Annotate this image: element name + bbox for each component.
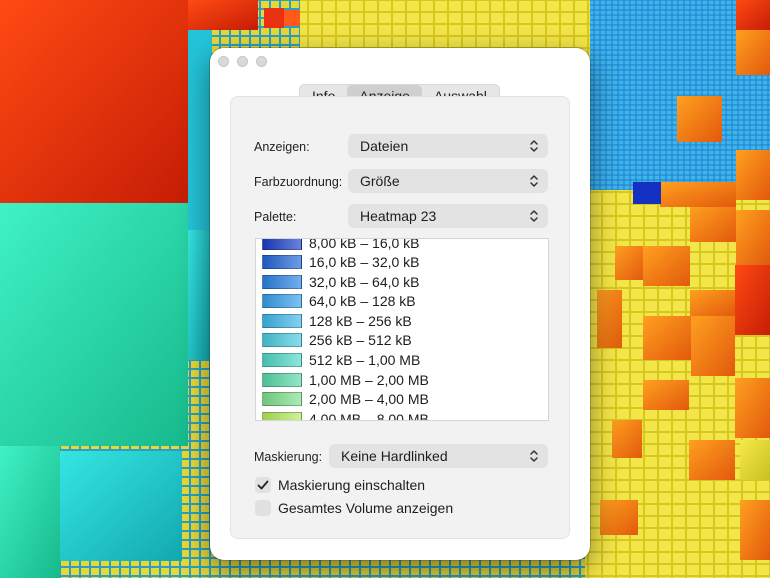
- window-controls: [218, 56, 267, 67]
- maskierung-einschalten-label: Maskierung einschalten: [278, 477, 426, 493]
- legend-swatch: [262, 294, 302, 308]
- palette-legend-list[interactable]: 8,00 kB – 16,0 kB 16,0 kB – 32,0 kB 32,0…: [255, 238, 549, 421]
- legend-item: 16,0 kB – 32,0 kB: [262, 252, 420, 272]
- legend-swatch: [262, 333, 302, 347]
- legend-range: 4,00 MB – 8,00 MB: [309, 411, 429, 421]
- up-down-chevron-icon: [530, 450, 538, 462]
- legend-range: 1,00 MB – 2,00 MB: [309, 372, 429, 388]
- maskierung-einschalten-checkbox[interactable]: [255, 477, 271, 493]
- anzeigen-label: Anzeigen:: [254, 140, 310, 154]
- anzeigen-value: Dateien: [360, 138, 409, 154]
- checkmark-icon: [257, 480, 269, 490]
- legend-range: 32,0 kB – 64,0 kB: [309, 274, 420, 290]
- gesamtes-volume-label: Gesamtes Volume anzeigen: [278, 500, 454, 516]
- settings-group: Anzeigen: Dateien Farbzuordnung: Größe P…: [230, 96, 570, 539]
- up-down-chevron-icon: [530, 140, 538, 152]
- farbzuordnung-label: Farbzuordnung:: [254, 175, 343, 189]
- legend-item: 128 kB – 256 kB: [262, 311, 412, 331]
- maskierung-einschalten-checkbox-row[interactable]: Maskierung einschalten: [255, 477, 425, 493]
- display-settings-panel: Info Anzeige Auswahl Anzeigen: Dateien F…: [210, 48, 590, 560]
- legend-swatch: [262, 392, 302, 406]
- legend-swatch: [262, 255, 302, 269]
- up-down-chevron-icon: [530, 210, 538, 222]
- anzeigen-select[interactable]: Dateien: [348, 134, 548, 158]
- legend-range: 8,00 kB – 16,0 kB: [309, 238, 420, 251]
- legend-item: 1,00 MB – 2,00 MB: [262, 370, 429, 390]
- legend-swatch: [262, 239, 302, 250]
- up-down-chevron-icon: [530, 175, 538, 187]
- maskierung-value: Keine Hardlinked: [341, 448, 448, 464]
- legend-range: 512 kB – 1,00 MB: [309, 352, 421, 368]
- legend-item: 512 kB – 1,00 MB: [262, 350, 420, 370]
- maskierung-label: Maskierung:: [254, 450, 323, 464]
- legend-swatch: [262, 314, 302, 328]
- legend-item: 256 kB – 512 kB: [262, 330, 412, 350]
- legend-range: 2,00 MB – 4,00 MB: [309, 391, 429, 407]
- palette-value: Heatmap 23: [360, 208, 437, 224]
- gesamtes-volume-checkbox-row[interactable]: Gesamtes Volume anzeigen: [255, 500, 453, 516]
- legend-item: 32,0 kB – 64,0 kB: [262, 272, 420, 292]
- maskierung-select[interactable]: Keine Hardlinked: [329, 444, 548, 468]
- legend-item: 64,0 kB – 128 kB: [262, 291, 416, 311]
- minimize-window-button[interactable]: [237, 56, 248, 67]
- farbzuordnung-select[interactable]: Größe: [348, 169, 548, 193]
- legend-range: 128 kB – 256 kB: [309, 313, 412, 329]
- legend-swatch: [262, 373, 302, 387]
- legend-swatch: [262, 275, 302, 289]
- legend-item: 2,00 MB – 4,00 MB: [262, 389, 429, 409]
- legend-swatch: [262, 412, 302, 420]
- legend-range: 64,0 kB – 128 kB: [309, 293, 416, 309]
- legend-item: 4,00 MB – 8,00 MB: [262, 409, 429, 421]
- farbzuordnung-value: Größe: [360, 173, 400, 189]
- close-window-button[interactable]: [218, 56, 229, 67]
- legend-range: 256 kB – 512 kB: [309, 332, 412, 348]
- legend-range: 16,0 kB – 32,0 kB: [309, 254, 420, 270]
- zoom-window-button[interactable]: [256, 56, 267, 67]
- gesamtes-volume-checkbox[interactable]: [255, 500, 271, 516]
- palette-select[interactable]: Heatmap 23: [348, 204, 548, 228]
- palette-label: Palette:: [254, 210, 297, 224]
- legend-item: 8,00 kB – 16,0 kB: [262, 238, 420, 253]
- legend-swatch: [262, 353, 302, 367]
